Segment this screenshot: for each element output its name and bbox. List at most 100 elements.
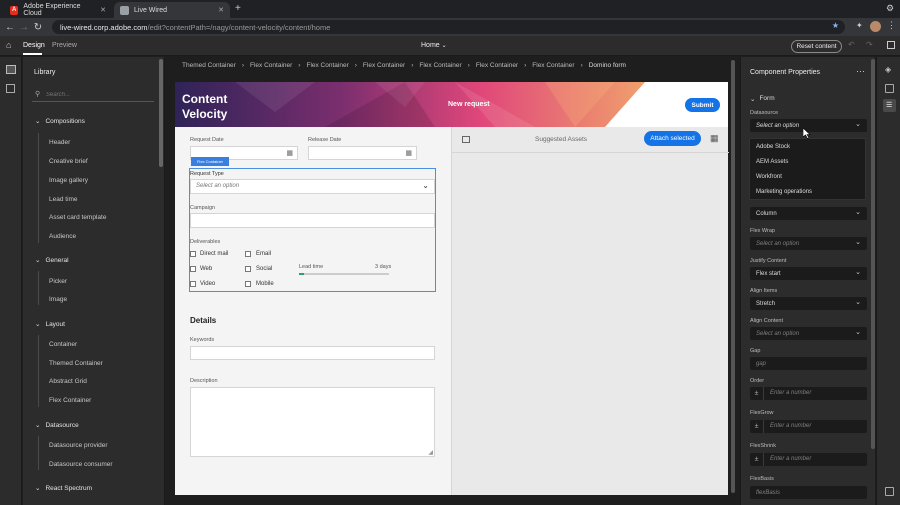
- library-item-datasource-provider[interactable]: Datasource provider: [49, 442, 108, 449]
- order-input[interactable]: ± Enter a number: [750, 387, 867, 400]
- library-search-input[interactable]: [46, 89, 146, 100]
- library-search[interactable]: ⚲: [32, 88, 154, 102]
- flex-direction-select[interactable]: Column ⌄: [750, 207, 867, 220]
- url-field[interactable]: live-wired.corp.adobe.com/edit?contentPa…: [52, 20, 845, 34]
- dropdown-option-adobe-stock[interactable]: Adobe Stock: [756, 144, 790, 150]
- extensions-icon[interactable]: ✦: [856, 21, 863, 30]
- breadcrumb-item[interactable]: Themed Container: [182, 62, 236, 69]
- properties-section-form[interactable]: ⌄ Form: [750, 95, 775, 103]
- description-textarea[interactable]: ◢: [190, 387, 435, 457]
- more-options-icon[interactable]: ⋯: [856, 66, 865, 77]
- breadcrumb-item[interactable]: Flex Container: [476, 62, 518, 69]
- library-section-react-spectrum[interactable]: ⌄ React Spectrum: [35, 484, 92, 493]
- checkbox-mobile[interactable]: [245, 281, 251, 287]
- align-content-select[interactable]: Select an option ⌄: [750, 327, 867, 340]
- gap-input[interactable]: gap: [750, 357, 867, 370]
- library-item-abstract-grid[interactable]: Abstract Grid: [49, 378, 87, 385]
- calendar-icon[interactable]: ▦: [286, 149, 293, 157]
- library-section-datasource[interactable]: ⌄ Datasource: [35, 421, 79, 430]
- layers-icon[interactable]: ◈: [885, 65, 891, 74]
- browser-tab-adobe[interactable]: A Adobe Experience Cloud ✕: [4, 2, 112, 18]
- close-icon[interactable]: ✕: [100, 6, 106, 14]
- undo-icon[interactable]: ↶: [848, 40, 855, 49]
- checkbox-direct-mail[interactable]: [190, 251, 196, 257]
- reset-content-button[interactable]: Reset content: [791, 40, 842, 53]
- fullscreen-icon[interactable]: [887, 41, 895, 49]
- breadcrumb-item[interactable]: Flex Container: [250, 62, 292, 69]
- calendar-icon[interactable]: ▦: [405, 149, 412, 157]
- number-stepper-icon[interactable]: ±: [750, 453, 764, 466]
- justify-content-select[interactable]: Flex start ⌄: [750, 267, 867, 280]
- close-icon[interactable]: ✕: [218, 6, 224, 14]
- list-icon[interactable]: ☰: [886, 101, 892, 109]
- panel-toggle-icon[interactable]: [462, 136, 470, 143]
- reload-icon[interactable]: ↻: [31, 22, 45, 33]
- library-item-datasource-consumer[interactable]: Datasource consumer: [49, 461, 113, 468]
- breadcrumb-item[interactable]: Flex Container: [306, 62, 348, 69]
- breadcrumb-item-current[interactable]: Domino form: [589, 62, 626, 69]
- library-item-image[interactable]: Image: [49, 296, 67, 303]
- library-panel-icon[interactable]: [6, 65, 16, 74]
- checkbox-social[interactable]: [245, 266, 251, 272]
- kebab-menu-icon[interactable]: ⋮: [887, 20, 896, 31]
- keywords-input[interactable]: [190, 346, 435, 360]
- forward-icon[interactable]: →: [17, 22, 31, 33]
- flexshrink-input[interactable]: ± Enter a number: [750, 453, 867, 466]
- component-properties-panel: Component Properties ⋯ ⌄ Form Datasource …: [740, 57, 875, 505]
- tab-preview[interactable]: Preview: [52, 42, 77, 49]
- attach-selected-button[interactable]: Attach selected: [644, 131, 701, 146]
- align-items-select[interactable]: Stretch ⌄: [750, 297, 867, 310]
- dropdown-option-aem-assets[interactable]: AEM Assets: [756, 159, 788, 165]
- dropdown-option-workfront[interactable]: Workfront: [756, 174, 782, 180]
- library-item-picker[interactable]: Picker: [49, 278, 67, 285]
- library-section-compositions[interactable]: ⌄ Compositions: [35, 117, 85, 126]
- flexgrow-input[interactable]: ± Enter a number: [750, 420, 867, 433]
- request-type-select[interactable]: Select an option ⌄: [190, 179, 435, 194]
- canvas-scrollbar[interactable]: [731, 60, 735, 493]
- flex-wrap-select[interactable]: Select an option ⌄: [750, 237, 867, 250]
- selection-tag[interactable]: Flex Container: [191, 157, 229, 166]
- library-item-lead-time[interactable]: Lead time: [49, 196, 78, 203]
- library-item-image-gallery[interactable]: Image gallery: [49, 177, 88, 184]
- library-scrollbar[interactable]: [159, 59, 163, 167]
- dropdown-option-marketing-operations[interactable]: Marketing operations: [756, 189, 812, 195]
- library-item-themed-container[interactable]: Themed Container: [49, 360, 103, 367]
- checkbox-video[interactable]: [190, 281, 196, 287]
- layers-panel-icon[interactable]: [6, 84, 15, 93]
- grid-view-icon[interactable]: ▦: [710, 133, 719, 144]
- back-icon[interactable]: ←: [3, 22, 17, 33]
- library-item-asset-card-template[interactable]: Asset card template: [49, 214, 106, 221]
- new-tab-icon[interactable]: +: [235, 3, 241, 14]
- checkbox-web[interactable]: [190, 266, 196, 272]
- library-item-creative-brief[interactable]: Creative brief: [49, 158, 88, 165]
- release-date-input[interactable]: ▦: [308, 146, 417, 160]
- feedback-icon[interactable]: [885, 487, 894, 496]
- properties-scrollbar[interactable]: [871, 59, 875, 449]
- library-section-layout[interactable]: ⌄ Layout: [35, 320, 65, 329]
- library-item-flex-container[interactable]: Flex Container: [49, 397, 91, 404]
- breadcrumb-item[interactable]: Flex Container: [532, 62, 574, 69]
- number-stepper-icon[interactable]: ±: [750, 420, 764, 433]
- number-stepper-icon[interactable]: ±: [750, 387, 764, 400]
- flexbasis-input[interactable]: flexBasis: [750, 486, 867, 499]
- tab-design[interactable]: Design: [23, 42, 45, 49]
- breadcrumb-item[interactable]: Flex Container: [419, 62, 461, 69]
- redo-icon[interactable]: ↷: [866, 40, 873, 49]
- library-section-general[interactable]: ⌄ General: [35, 256, 69, 265]
- star-icon[interactable]: ★: [832, 21, 839, 30]
- lead-time-label: Lead time: [299, 264, 324, 270]
- breadcrumb-item[interactable]: Flex Container: [363, 62, 405, 69]
- library-item-header[interactable]: Header: [49, 139, 70, 146]
- library-item-container[interactable]: Container: [49, 341, 77, 348]
- settings-icon[interactable]: ⚙: [886, 3, 894, 14]
- submit-button[interactable]: Submit: [685, 98, 720, 112]
- document-icon[interactable]: [885, 84, 894, 93]
- resize-handle-icon[interactable]: ◢: [428, 449, 433, 456]
- campaign-input[interactable]: [190, 213, 435, 228]
- browser-tab-live-wired[interactable]: Live Wired ✕: [114, 2, 230, 18]
- checkbox-email[interactable]: [245, 251, 251, 257]
- home-icon[interactable]: ⌂: [6, 40, 11, 50]
- avatar[interactable]: [870, 21, 881, 32]
- library-item-audience[interactable]: Audience: [49, 233, 76, 240]
- page-selector[interactable]: Home ⌄: [421, 42, 447, 49]
